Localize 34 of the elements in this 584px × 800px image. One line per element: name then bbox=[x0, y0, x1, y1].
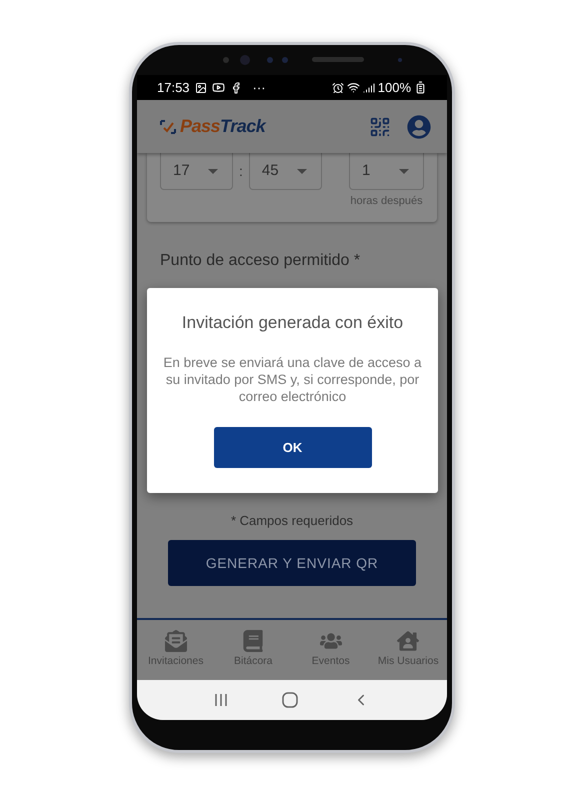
nav-tab[interactable]: Bitácora bbox=[214, 620, 292, 680]
house-person-icon bbox=[397, 630, 420, 652]
ok-button[interactable]: OK bbox=[214, 427, 372, 468]
battery-percent: 100% bbox=[378, 78, 411, 97]
duration-caption: horas después bbox=[350, 194, 423, 209]
dialog-title: Invitación generada con éxito bbox=[182, 312, 404, 334]
clock-time: 17:53 bbox=[157, 78, 190, 97]
caret-icon bbox=[208, 168, 218, 174]
generate-qr-button[interactable]: GENERAR Y ENVIAR QR bbox=[168, 540, 416, 586]
nav-tab[interactable]: Eventos bbox=[292, 620, 370, 680]
caret-icon bbox=[296, 168, 307, 174]
logo: PassTrack bbox=[180, 115, 266, 138]
required-fields-note: * Campos requeridos bbox=[230, 513, 354, 529]
image-icon bbox=[194, 82, 207, 94]
caret-icon bbox=[399, 168, 409, 174]
nav-tab[interactable]: Invitaciones bbox=[137, 620, 214, 680]
alarm-icon bbox=[332, 82, 344, 94]
dropdown-field[interactable]: 1 bbox=[349, 153, 424, 190]
access-point-label: Punto de acceso permitido * bbox=[160, 251, 362, 271]
battery-icon bbox=[414, 81, 427, 94]
profile-icon[interactable] bbox=[407, 114, 431, 138]
dropdown-field[interactable]: 45 bbox=[248, 153, 322, 190]
dropdown-field[interactable]: 17 bbox=[160, 153, 233, 190]
book-icon bbox=[242, 630, 264, 652]
dialog-message: En breve se enviará una clave de acceso a su invitado por SMS y, si corresponde, por correo electrónico bbox=[162, 354, 423, 405]
time-separator: : bbox=[239, 162, 243, 181]
qr-code-icon[interactable] bbox=[369, 116, 391, 138]
video-icon bbox=[212, 81, 225, 94]
recent-apps-icon[interactable] bbox=[214, 693, 228, 707]
home-icon[interactable] bbox=[282, 692, 298, 708]
nav-tab[interactable]: Mis Usuarios bbox=[370, 620, 447, 680]
more-notifications: ··· bbox=[252, 78, 266, 97]
envelope-icon bbox=[164, 630, 187, 652]
logo-mark-icon bbox=[160, 120, 176, 134]
